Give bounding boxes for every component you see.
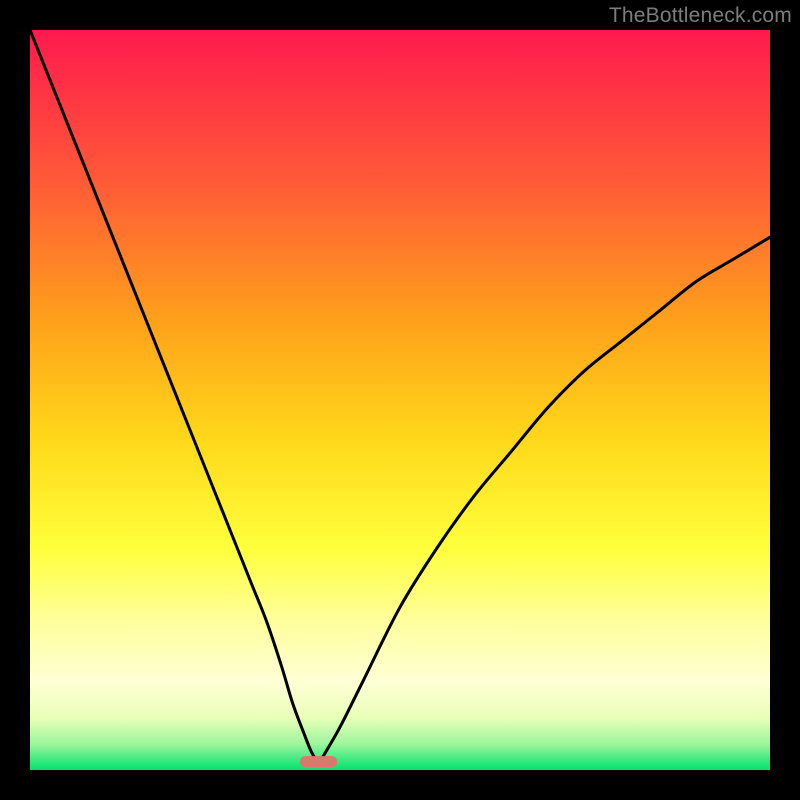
chart-frame: TheBottleneck.com [0, 0, 800, 800]
chart-svg [30, 30, 770, 770]
plot-area [30, 30, 770, 770]
notch-marker [300, 756, 337, 767]
gradient-background [30, 30, 770, 770]
watermark-text: TheBottleneck.com [609, 4, 792, 28]
